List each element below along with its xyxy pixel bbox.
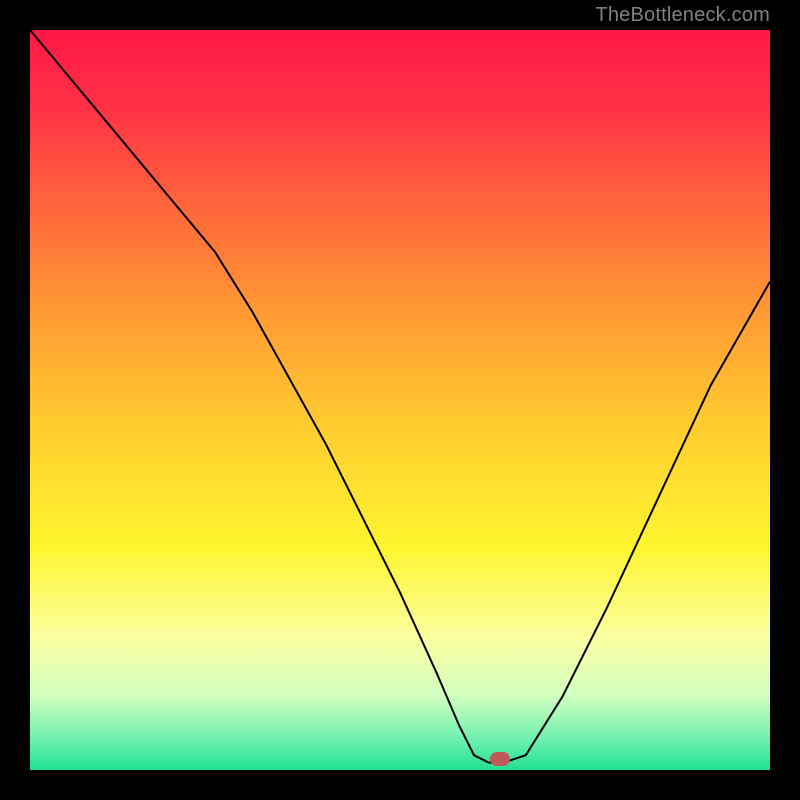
optimal-marker bbox=[490, 752, 510, 766]
chart-container: TheBottleneck.com bbox=[0, 0, 800, 800]
watermark-text: TheBottleneck.com bbox=[595, 4, 770, 27]
plot-area bbox=[30, 30, 770, 770]
bottleneck-curve bbox=[30, 30, 770, 770]
